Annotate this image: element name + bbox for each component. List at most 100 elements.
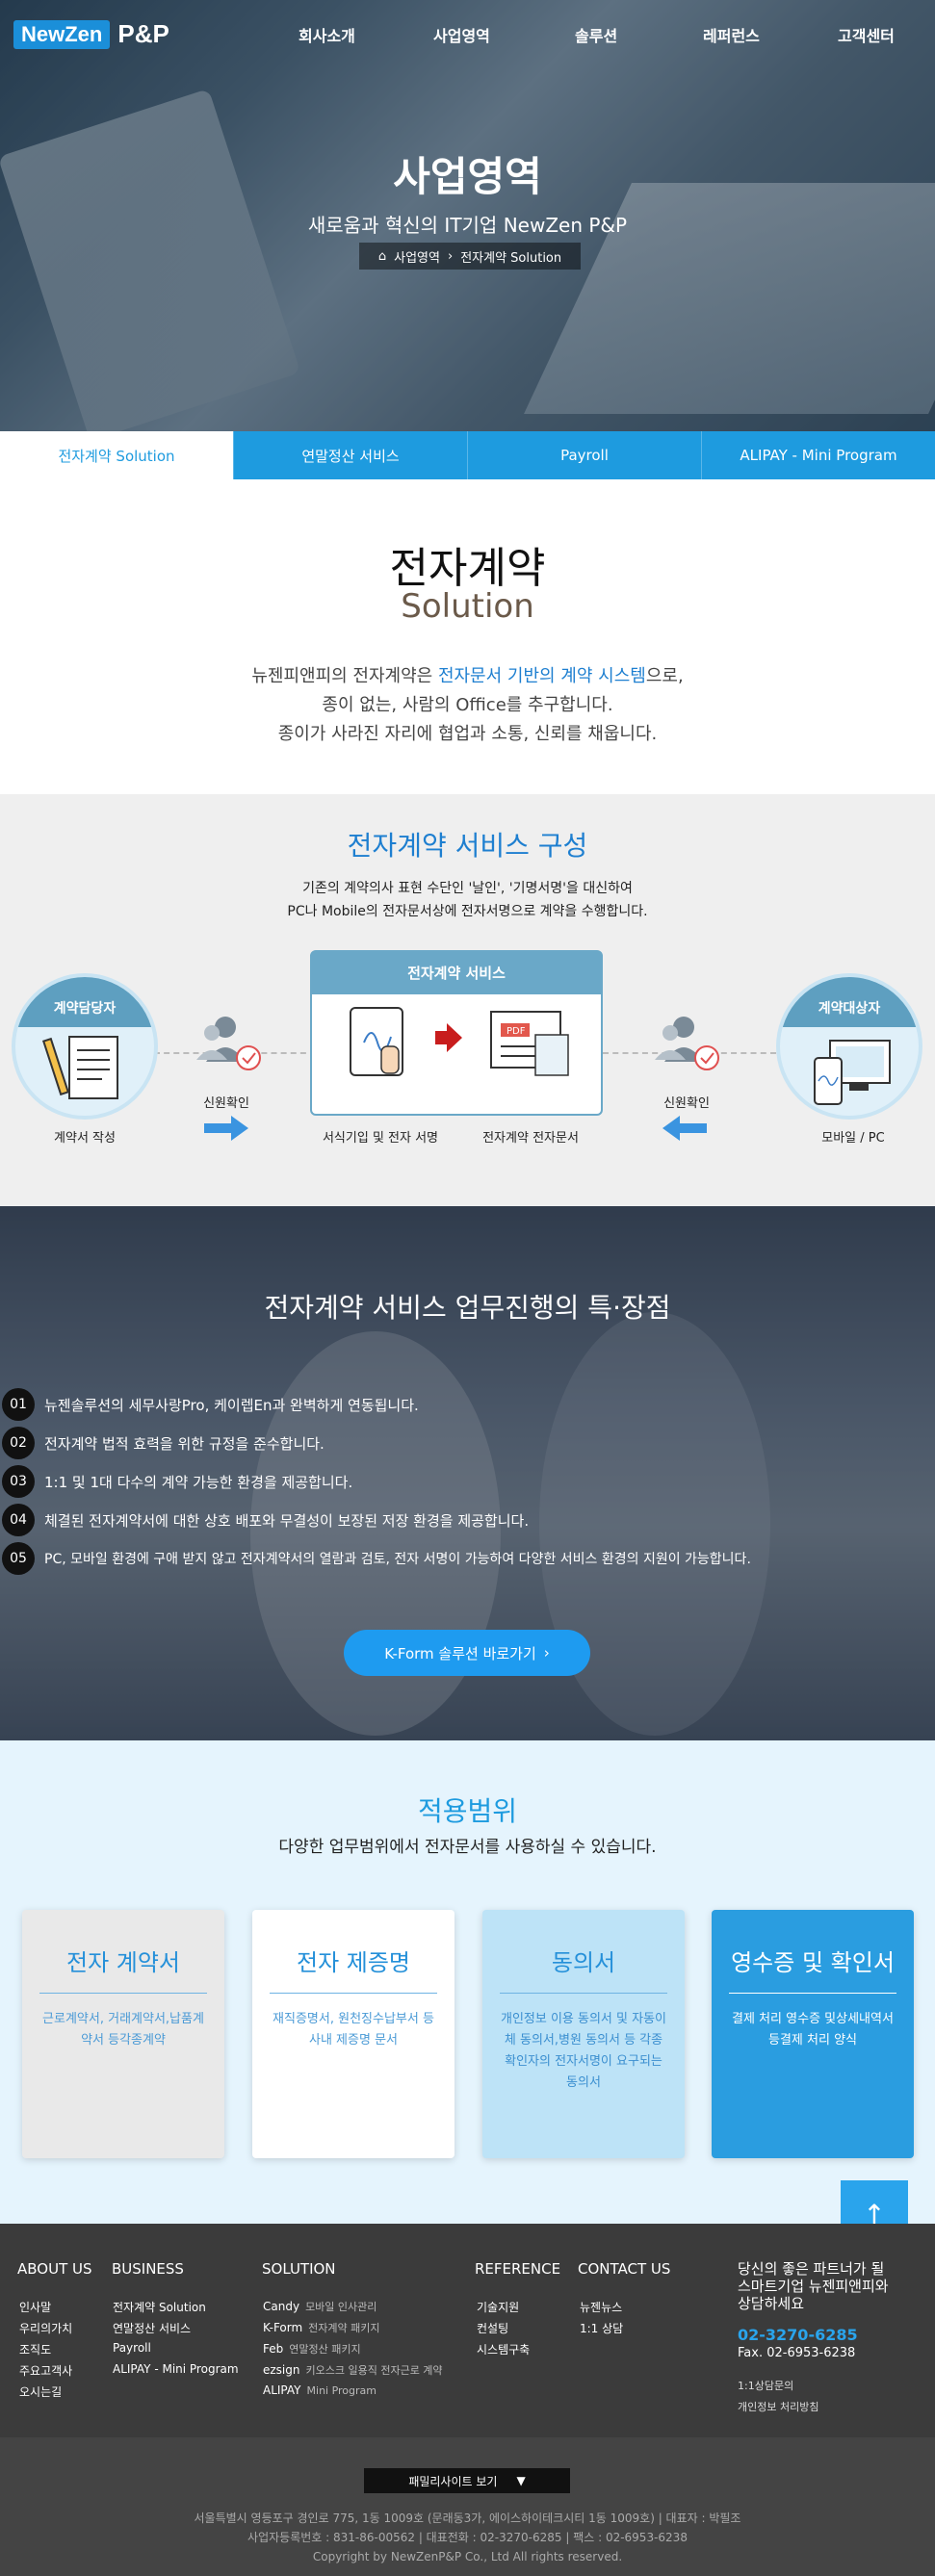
footer-link[interactable]: 전자계약 Solution <box>113 2299 206 2315</box>
section-title: 전자계약 서비스 구성 <box>347 830 588 862</box>
arrow-right-icon <box>204 1116 248 1141</box>
feature-number: 02 <box>2 1427 35 1459</box>
copyright: Copyright by NewZenP&P Co., Ltd All righ… <box>312 2550 623 2563</box>
feature-text: PC, 모바일 환경에 구애 받지 않고 전자계약서의 열람과 검토, 전자 서… <box>44 1552 751 1567</box>
family-site-select[interactable]: 패밀리사이트 보기 ▼ <box>364 2468 570 2493</box>
intro-subtitle: Solution <box>401 587 534 626</box>
footer-link[interactable]: ALIPAY Mini Program <box>263 2383 377 2397</box>
feature-text: 체결된 전자계약서에 대한 상호 배포와 무결성이 보장된 저장 환경을 제공합… <box>44 1511 530 1530</box>
contract-party-circle: 계약대상자 <box>776 973 922 1120</box>
card-title: 전자 계약서 <box>65 1949 181 1976</box>
tab-year-end-tax[interactable]: 연말정산 서비스 <box>233 431 467 479</box>
feature-text: 전자계약 법적 효력을 위한 규정을 준수합니다. <box>44 1434 325 1453</box>
feature-number: 04 <box>2 1504 35 1536</box>
econtract-service-box: 전자계약 서비스 PDF <box>310 950 603 1116</box>
hero-banner: NewZen P&P 회사소개 사업영역 솔루션 레퍼런스 고객센터 사업영역 … <box>0 0 935 431</box>
contract-manager-circle: 계약담당자 <box>12 973 158 1120</box>
page-subtitle: 새로움과 혁신의 IT기업 NewZen P&P <box>307 214 628 237</box>
footer-link[interactable]: K-Form 전자계약 패키지 <box>263 2320 380 2335</box>
tablet-sign-icon: PDF <box>350 1007 569 1076</box>
page-title: 사업영역 <box>393 153 542 200</box>
user-check-icon <box>655 1017 719 1070</box>
caret-down-icon: ▼ <box>516 2474 526 2487</box>
sub-tabs: 전자계약 Solution 연말정산 서비스 Payroll ALIPAY - … <box>0 431 935 479</box>
features-title: 전자계약 서비스 업무진행의 특·장점 <box>264 1292 671 1324</box>
footer-link[interactable]: Payroll <box>113 2341 151 2355</box>
tab-payroll[interactable]: Payroll <box>467 431 701 479</box>
footer-link[interactable]: 조직도 <box>19 2341 51 2357</box>
footer-link[interactable]: ezsign 키오스크 일용직 전자근로 계약 <box>263 2362 443 2378</box>
footer-link[interactable]: 1:1 상담 <box>580 2320 623 2336</box>
feature-item: 04 체결된 전자계약서에 대한 상호 배포와 무결성이 보장된 저장 환경을 … <box>0 1504 529 1536</box>
pdf-badge: PDF <box>506 1026 526 1037</box>
footer-link[interactable]: Feb 연말정산 패키지 <box>263 2341 361 2357</box>
footer-link[interactable]: 우리의가치 <box>19 2320 72 2336</box>
feature-number: 03 <box>2 1465 35 1498</box>
feature-number: 01 <box>2 1388 35 1421</box>
right-verify-label: 신원확인 <box>663 1096 710 1111</box>
nav-reference[interactable]: 레퍼런스 <box>703 23 760 46</box>
feature-number: 05 <box>2 1542 35 1575</box>
intro-highlight: 전자문서 기반의 계약 시스템 <box>437 666 646 686</box>
footer-link[interactable]: 주요고객사 <box>19 2362 72 2379</box>
nav-support[interactable]: 고객센터 <box>838 23 895 46</box>
nav-solution[interactable]: 솔루션 <box>575 23 617 46</box>
feature-item: 05 PC, 모바일 환경에 구애 받지 않고 전자계약서의 열람과 검토, 전… <box>0 1542 751 1575</box>
feature-item: 02 전자계약 법적 효력을 위한 규정을 준수합니다. <box>0 1427 325 1459</box>
feature-item: 03 1:1 및 1대 다수의 계약 가능한 환경을 제공합니다. <box>0 1465 352 1498</box>
service-composition-section: 전자계약 서비스 구성 기존의 계약의사 표현 수단인 '날인', '기명서명'… <box>0 794 935 1206</box>
footer-link[interactable]: 인사말 <box>19 2299 51 2315</box>
scope-title: 적용범위 <box>417 1795 518 1827</box>
feature-text: 1:1 및 1대 다수의 계약 가능한 환경을 제공합니다. <box>44 1473 353 1491</box>
card-desc: 결제 처리 영수증 및상세내역서 등결제 처리 양식 <box>732 2012 894 2048</box>
scope-card-certificate: 전자 제증명 재직증명서, 원천징수납부서 등사내 제증명 문서 <box>252 1910 455 2158</box>
privacy-link[interactable]: 개인정보 처리방침 <box>738 2399 930 2414</box>
left-label: 계약서 작성 <box>54 1131 116 1146</box>
features-section: 전자계약 서비스 업무진행의 특·장점 01 뉴젠솔루션의 세무사랑Pro, 케… <box>0 1206 935 1740</box>
company-registration: 사업자등록번호 : 831-86-00562 | 대표전화 : 02-3270-… <box>247 2531 688 2544</box>
footer-link[interactable]: Candy 모바일 인사관리 <box>263 2299 377 2314</box>
card-title: 동의서 <box>551 1949 616 1976</box>
fax-number: Fax. 02-6953-6238 <box>738 2346 856 2360</box>
intro-title: 전자계약 <box>389 544 546 593</box>
footer-link[interactable]: 연말정산 서비스 <box>113 2320 191 2336</box>
footer-heading-solution: SOLUTION <box>262 2260 336 2278</box>
footer-link[interactable]: 컨설팅 <box>477 2320 508 2336</box>
arrow-left-icon <box>662 1116 707 1141</box>
tab-econtract[interactable]: 전자계약 Solution <box>0 431 233 479</box>
card-title: 전자 제증명 <box>296 1949 411 1976</box>
right-label: 모바일 / PC <box>821 1131 885 1146</box>
user-check-icon <box>196 1017 261 1070</box>
card-desc: 근로계약서, 거래계약서,납품계약서 등각종계약 <box>42 2012 204 2048</box>
chevron-right-icon: › <box>543 1644 550 1662</box>
footer-contact-cta: 당신의 좋은 파트너가 될 스마트기업 뉴젠피앤피와 상담하세요 02-3270… <box>738 2260 930 2414</box>
scope-card-consent: 동의서 개인정보 이용 동의서 및 자동이체 동의서,병원 동의서 등 각종 확… <box>482 1910 685 2158</box>
card-title: 영수증 및 확인서 <box>731 1949 895 1976</box>
scope-card-contract: 전자 계약서 근로계약서, 거래계약서,납품계약서 등각종계약 <box>22 1910 224 2158</box>
breadcrumb-item-business[interactable]: 사업영역 <box>394 247 440 266</box>
footer-link[interactable]: 기술지원 <box>477 2299 519 2315</box>
phone-number: 02-3270-6285 <box>738 2326 858 2344</box>
footer-link[interactable]: 오시는길 <box>19 2383 62 2400</box>
center-label-doc: 전자계약 전자문서 <box>482 1131 579 1146</box>
global-nav: 회사소개 사업영역 솔루션 레퍼런스 고객센터 <box>0 23 935 46</box>
tab-alipay[interactable]: ALIPAY - Mini Program <box>701 431 935 479</box>
breadcrumb-item-current[interactable]: 전자계약 Solution <box>460 247 561 266</box>
card-desc: 개인정보 이용 동의서 및 자동이체 동의서,병원 동의서 등 각종 확인자의 … <box>500 2012 666 2090</box>
footer-heading-business: BUSINESS <box>112 2260 184 2278</box>
kform-solution-button[interactable]: K-Form 솔루션 바로가기 › <box>344 1630 590 1676</box>
footer-link[interactable]: 뉴젠뉴스 <box>580 2299 622 2315</box>
nav-business[interactable]: 사업영역 <box>433 23 490 46</box>
intro-text: 뉴젠피앤피의 전자계약은 전자문서 기반의 계약 시스템으로, 종이 없는, 사… <box>251 666 684 744</box>
home-icon[interactable]: ⌂ <box>378 249 386 264</box>
scope-subtitle: 다양한 업무범위에서 전자문서를 사용하실 수 있습니다. <box>278 1838 657 1857</box>
company-address: 서울특별시 영등포구 경인로 775, 1동 1009호 (문래동3가, 에이스… <box>194 2512 741 2525</box>
footer-link[interactable]: 시스템구축 <box>477 2341 530 2357</box>
nav-about[interactable]: 회사소개 <box>299 23 355 46</box>
document-pen-icon <box>41 1036 118 1099</box>
center-label-sign: 서식기입 및 전자 서명 <box>322 1131 439 1146</box>
footer-link[interactable]: ALIPAY - Mini Program <box>113 2362 239 2376</box>
inquiry-link[interactable]: 1:1상담문의 <box>738 2378 930 2393</box>
card-desc: 재직증명서, 원천징수납부서 등사내 제증명 문서 <box>273 2012 434 2048</box>
section-desc: 기존의 계약의사 표현 수단인 '날인', '기명서명'을 대신하여 PC나 M… <box>287 881 648 919</box>
